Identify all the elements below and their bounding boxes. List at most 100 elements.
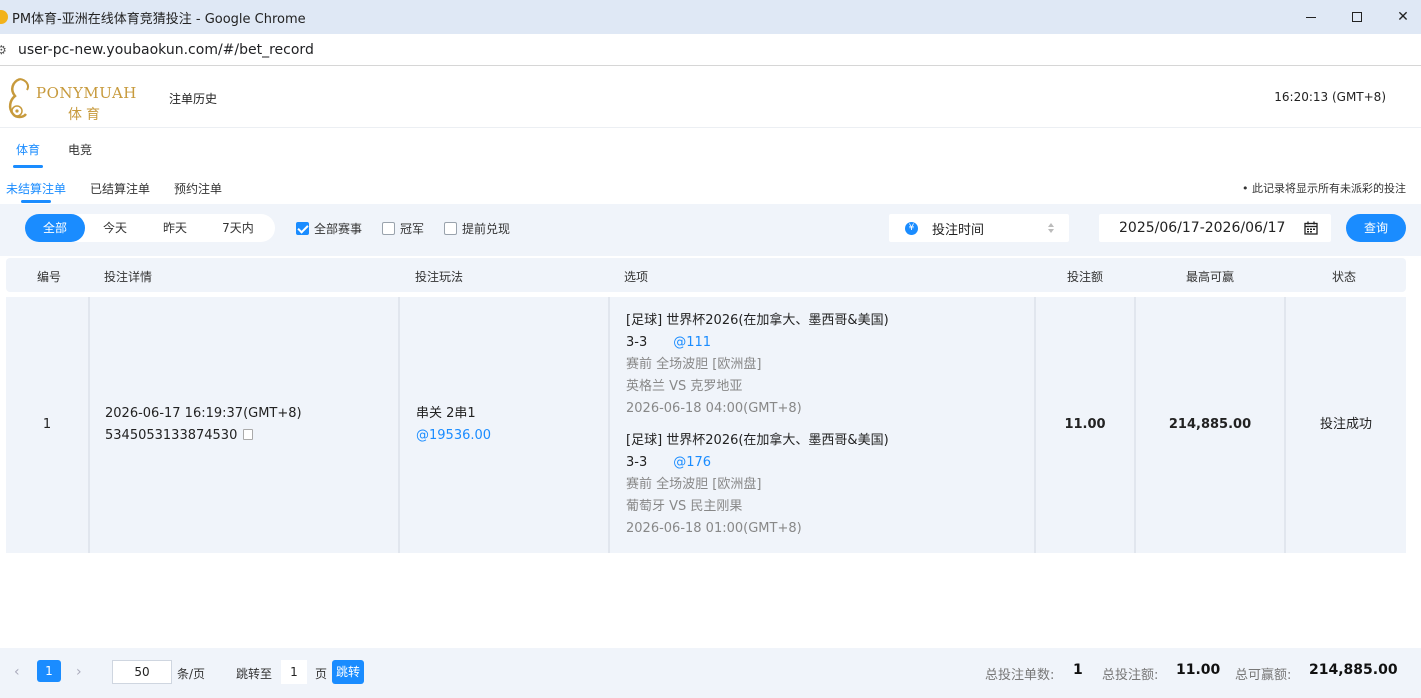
close-icon: ✕	[1397, 9, 1409, 25]
range-all[interactable]: 全部	[25, 214, 85, 242]
option-leg-2: [足球] 世界杯2026(在加拿大、墨西哥&美国) 3-3 @176 赛前 全场波…	[626, 430, 889, 540]
leg-league: [足球] 世界杯2026(在加拿大、墨西哥&美国)	[626, 313, 889, 328]
total-stake-value: 11.00	[1176, 662, 1221, 678]
sort-select[interactable]: ¥ 投注时间	[889, 214, 1069, 242]
copy-icon[interactable]	[241, 429, 254, 443]
stake-amount: 11.00	[1064, 417, 1106, 432]
total-count-label: 总投注单数:	[985, 668, 1055, 683]
sort-select-value: 投注时间	[932, 222, 985, 238]
checkbox-label: 全部赛事	[314, 222, 363, 236]
maximize-button[interactable]	[1334, 0, 1380, 34]
pagination-bar: ‹ 1 › 50 条/页 跳转至 1 页 跳转 总投注单数: 1 总投注额: 1…	[0, 648, 1421, 698]
cell-stake: 11.00	[1036, 297, 1136, 553]
leg-market: 赛前 全场波胆 [欧洲盘]	[626, 477, 762, 492]
leg-time: 2026-06-18 01:00(GMT+8)	[626, 521, 802, 536]
leg-odds: @176	[673, 455, 712, 470]
column-header: 投注玩法	[415, 270, 464, 284]
yen-icon: ¥	[905, 221, 918, 235]
leg-match: 英格兰 VS 克罗地亚	[626, 379, 743, 394]
site-info-icon[interactable]: ⚙	[0, 43, 8, 57]
tab-settled[interactable]: 已结算注单	[90, 180, 150, 197]
sport-tabs: 体育 电竞	[0, 128, 1421, 168]
next-page-icon[interactable]: ›	[76, 664, 82, 680]
leg-pick-line: 3-3 @111	[626, 332, 889, 354]
leg-match: 葡萄牙 VS 民主刚果	[626, 499, 743, 514]
row-index: 1	[42, 417, 52, 432]
leg-pick: 3-3	[626, 335, 648, 350]
leg-league: [足球] 世界杯2026(在加拿大、墨西哥&美国)	[626, 433, 889, 448]
bet-time: 2026-06-17 16:19:37(GMT+8)	[105, 406, 302, 421]
page-size-input[interactable]: 50	[112, 660, 172, 684]
filter-cashout[interactable]: 提前兑现	[444, 220, 510, 237]
leg-market: 赛前 全场波胆 [欧洲盘]	[626, 357, 762, 372]
total-win-value: 214,885.00	[1309, 662, 1398, 678]
tab-unsettled[interactable]: 未结算注单	[6, 180, 66, 197]
browser-title-bar: PM体育-亚洲在线体育竞猜投注 - Google Chrome ✕	[0, 0, 1421, 34]
checkbox-all-events[interactable]	[296, 222, 309, 235]
bet-id: 5345053133874530	[105, 428, 238, 443]
active-status-indicator	[21, 200, 51, 203]
play-odds: @19536.00	[416, 428, 492, 443]
server-clock: 16:20:13 (GMT+8)	[1274, 90, 1386, 104]
checkbox-label: 提前兑现	[462, 222, 511, 236]
minimize-icon	[1306, 16, 1316, 18]
jump-page-input[interactable]: 1	[281, 660, 307, 684]
select-arrows-icon	[1048, 223, 1054, 233]
checkbox-champion[interactable]	[382, 222, 395, 235]
leg-odds: @111	[673, 335, 712, 350]
prev-page-icon[interactable]: ‹	[14, 664, 20, 680]
tab-reserved[interactable]: 预约注单	[174, 180, 222, 197]
column-header: 编号	[37, 270, 62, 284]
column-header: 状态	[1332, 270, 1357, 284]
brand-name: PONYMUAH	[36, 84, 137, 102]
table-empty-area	[6, 557, 1406, 647]
cell-max-win: 214,885.00	[1136, 297, 1286, 553]
date-range-picker[interactable]: 2025/06/17-2026/06/17	[1099, 214, 1331, 242]
app-header: PONYMUAH 体育 注单历史 16:20:13 (GMT+8)	[0, 66, 1421, 128]
minimize-button[interactable]	[1288, 0, 1334, 34]
range-7days[interactable]: 7天内	[205, 214, 271, 242]
page-title: 注单历史	[169, 92, 218, 106]
brand-name-cn: 体育	[68, 107, 104, 123]
range-yesterday[interactable]: 昨天	[145, 214, 205, 242]
filter-all-events[interactable]: 全部赛事	[296, 220, 362, 237]
checkbox-cashout[interactable]	[444, 222, 457, 235]
page-unit-label: 页	[315, 667, 328, 681]
option-leg-1: [足球] 世界杯2026(在加拿大、墨西哥&美国) 3-3 @111 赛前 全场波…	[626, 310, 889, 420]
checkbox-label: 冠军	[400, 222, 425, 236]
filter-bar: 全部 今天 昨天 7天内 全部赛事 冠军 提前兑现 ¥ 投注时间 2025/06…	[0, 204, 1421, 256]
unsettled-notice: • 此记录将显示所有未派彩的投注	[1242, 182, 1406, 195]
query-button[interactable]: 查询	[1346, 214, 1406, 242]
address-bar[interactable]: ⚙ user-pc-new.youbaokun.com/#/bet_record	[0, 34, 1421, 66]
play-type: 串关 2串1	[416, 406, 476, 421]
cell-status: 投注成功	[1286, 297, 1406, 553]
total-count-value: 1	[1073, 662, 1083, 678]
url-text[interactable]: user-pc-new.youbaokun.com/#/bet_record	[18, 42, 314, 58]
range-today[interactable]: 今天	[85, 214, 145, 242]
total-stake-label: 总投注额:	[1102, 668, 1159, 683]
table-row: 1 2026-06-17 16:19:37(GMT+8) 53450531338…	[6, 297, 1406, 553]
cell-options: [足球] 世界杯2026(在加拿大、墨西哥&美国) 3-3 @111 赛前 全场波…	[610, 297, 1036, 553]
brand-logo[interactable]: PONYMUAH 体育	[6, 74, 146, 123]
cell-play-type: 串关 2串1 @19536.00	[400, 297, 610, 553]
tab-esports[interactable]: 电竞	[68, 141, 92, 158]
page-number-current[interactable]: 1	[37, 660, 61, 682]
per-page-label: 条/页	[177, 667, 206, 681]
column-header: 选项	[624, 270, 649, 284]
filter-champion[interactable]: 冠军	[382, 220, 424, 237]
column-header: 投注详情	[104, 270, 153, 284]
date-range-segment: 全部 今天 昨天 7天内	[25, 214, 275, 242]
date-range-value: 2025/06/17-2026/06/17	[1119, 220, 1286, 236]
leg-time: 2026-06-18 04:00(GMT+8)	[626, 401, 802, 416]
leg-pick-line: 3-3 @176	[626, 452, 889, 474]
table-header: 编号 投注详情 投注玩法 选项 投注额 最高可赢 状态	[6, 258, 1406, 292]
tab-sports[interactable]: 体育	[16, 141, 40, 158]
close-window-button[interactable]: ✕	[1380, 0, 1421, 34]
site-favicon-icon	[0, 10, 8, 24]
calendar-icon	[1304, 221, 1318, 235]
leg-pick: 3-3	[626, 455, 648, 470]
total-win-label: 总可赢额:	[1235, 668, 1292, 683]
jump-button[interactable]: 跳转	[332, 660, 364, 684]
cell-detail: 2026-06-17 16:19:37(GMT+8) 5345053133874…	[90, 297, 400, 553]
jump-to-label: 跳转至	[236, 667, 273, 681]
